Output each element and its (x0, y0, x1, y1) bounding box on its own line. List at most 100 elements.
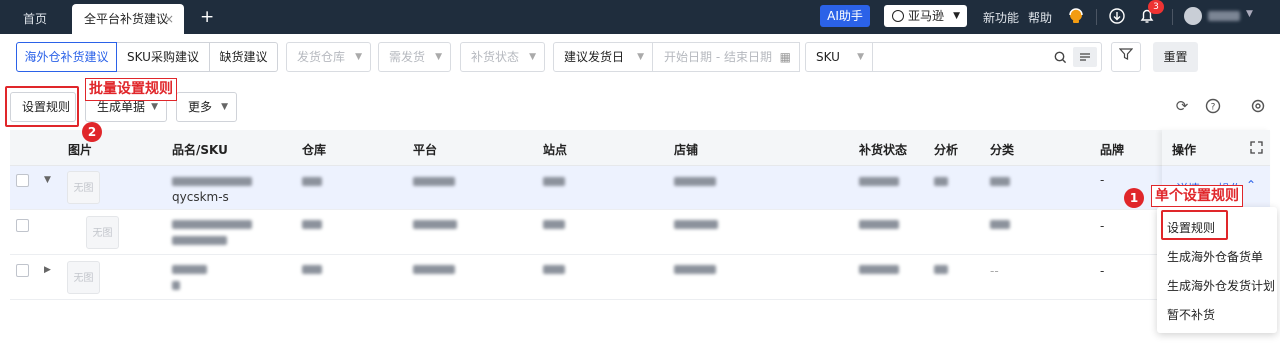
warehouse-select-placeholder: 发货仓库 (297, 50, 346, 64)
row-checkbox[interactable] (16, 174, 29, 187)
sku-redacted (172, 281, 180, 290)
close-icon[interactable]: × (164, 4, 174, 34)
ai-assistant-button[interactable]: AI助手 (820, 5, 870, 27)
expand-icon[interactable]: ▶ (44, 265, 51, 275)
svg-text:?: ? (1211, 103, 1216, 113)
date-type-select[interactable]: 建议发货日 ▼ (553, 42, 653, 72)
site-redacted (543, 265, 565, 274)
generate-doc-label: 生成单据 (97, 100, 146, 114)
warehouse-redacted (302, 265, 322, 274)
replenish-status-select[interactable]: 补货状态 ▼ (460, 42, 545, 72)
row-checkbox[interactable] (16, 219, 29, 232)
table-row[interactable]: 无图 - (10, 211, 1270, 255)
chevron-down-icon: ▼ (953, 11, 960, 21)
more-button[interactable]: 更多 ▼ (176, 92, 237, 122)
date-type-label: 建议发货日 (564, 50, 625, 64)
chevron-down-icon[interactable]: ▼ (1246, 9, 1253, 19)
menu-item-overseas-shipping-plan[interactable]: 生成海外仓发货计划 (1167, 277, 1275, 294)
tab-replenishment[interactable]: 全平台补货建议 × (72, 4, 184, 34)
category-redacted (990, 177, 1010, 186)
help-link[interactable]: 帮助 (1028, 9, 1052, 26)
chevron-down-icon: ▼ (221, 102, 228, 112)
fullscreen-icon[interactable] (1250, 141, 1263, 154)
warehouse-select[interactable]: 发货仓库 ▼ (286, 42, 371, 72)
no-image-placeholder: 无图 (86, 216, 119, 249)
segment-overseas-replenishment[interactable]: 海外仓补货建议 (16, 42, 117, 72)
header-replenish-status: 补货状态 (859, 143, 908, 157)
download-icon[interactable] (1108, 7, 1126, 25)
collapse-icon[interactable]: ▼ (44, 175, 51, 185)
brand-value: - (1100, 173, 1105, 187)
header-operation: 操作 (1172, 143, 1197, 157)
tab-home-label: 首页 (22, 12, 47, 26)
analysis-redacted[interactable] (934, 177, 948, 186)
segment-stockout[interactable]: 缺货建议 (210, 42, 278, 72)
status-redacted (859, 220, 899, 229)
highlight-menu-set-rule (1161, 210, 1228, 240)
shop-redacted (674, 265, 716, 274)
chevron-down-icon: ▼ (355, 52, 362, 62)
sku-type-select[interactable]: SKU ▼ (805, 42, 873, 72)
menu-item-skip-replenish[interactable]: 暂不补货 (1167, 306, 1215, 323)
more-label: 更多 (188, 100, 213, 114)
add-tab-icon[interactable]: + (200, 7, 214, 27)
help-icon[interactable]: ? (1205, 98, 1221, 114)
header-platform: 平台 (413, 143, 438, 157)
site-redacted (543, 177, 565, 186)
status-redacted (859, 265, 899, 274)
product-name-redacted (172, 220, 252, 229)
table-row[interactable]: ▶ 无图 -- - (10, 256, 1270, 300)
chevron-down-icon: ▼ (637, 52, 644, 62)
filter-icon (1118, 48, 1134, 60)
tab-replenishment-label: 全平台补货建议 (84, 12, 169, 26)
warehouse-redacted (302, 177, 322, 186)
divider (1172, 9, 1173, 25)
warehouse-redacted (302, 220, 322, 229)
platform-redacted (413, 265, 455, 274)
platform-redacted (413, 220, 457, 229)
callout-single-rule: 单个设置规则 (1151, 185, 1243, 207)
need-ship-select[interactable]: 需发货 ▼ (378, 42, 451, 72)
replenish-status-placeholder: 补货状态 (471, 50, 520, 64)
shop-redacted (674, 220, 718, 229)
advanced-filter-button[interactable] (1111, 42, 1141, 72)
category-redacted (990, 220, 1010, 229)
avatar[interactable] (1184, 7, 1202, 25)
store-select[interactable]: 亚马逊 ▼ (884, 5, 967, 27)
segment-sku-purchase[interactable]: SKU采购建议 (117, 42, 210, 72)
product-name-redacted (172, 265, 207, 274)
reset-button[interactable]: 重置 (1153, 42, 1198, 72)
date-range-picker[interactable]: 开始日期 - 结束日期 ▦ (652, 42, 800, 72)
header-analysis: 分析 (934, 143, 959, 157)
chevron-down-icon: ▼ (529, 52, 536, 62)
multi-line-input-icon[interactable] (1073, 47, 1097, 67)
chevron-up-icon[interactable]: ⌃ (1246, 178, 1256, 192)
search-icon[interactable] (1054, 51, 1067, 64)
sku-search-input[interactable] (872, 42, 1102, 72)
refresh-icon[interactable]: ⟳ (1174, 98, 1190, 114)
tab-home[interactable]: 首页 (0, 4, 70, 34)
support-agent-icon[interactable] (1067, 7, 1085, 25)
step-number-2: 2 (82, 122, 102, 142)
amazon-icon (892, 10, 904, 22)
site-redacted (543, 220, 565, 229)
status-redacted (859, 177, 899, 186)
shop-redacted (674, 177, 716, 186)
row-checkbox[interactable] (16, 264, 29, 277)
highlight-set-rule-button (5, 86, 79, 127)
header-image: 图片 (68, 143, 93, 157)
table-row[interactable]: ▼ 无图 qycskm-s - (10, 166, 1270, 210)
need-ship-select-placeholder: 需发货 (389, 50, 426, 64)
top-nav-bar: 首页 全平台补货建议 × + AI助手 亚马逊 ▼ 新功能 帮助 3 ▼ (0, 0, 1280, 34)
sku-text: qycskm-s (172, 190, 229, 204)
menu-item-overseas-stock-order[interactable]: 生成海外仓备货单 (1167, 248, 1263, 265)
new-features-link[interactable]: 新功能 (983, 9, 1019, 26)
platform-redacted (413, 177, 455, 186)
analysis-redacted[interactable] (934, 265, 948, 274)
calendar-icon: ▦ (779, 50, 791, 64)
notification-badge: 3 (1148, 0, 1164, 14)
username-redacted[interactable] (1208, 11, 1240, 21)
category-value: -- (990, 264, 999, 278)
settings-icon[interactable] (1250, 98, 1266, 114)
header-shop: 店铺 (674, 143, 699, 157)
